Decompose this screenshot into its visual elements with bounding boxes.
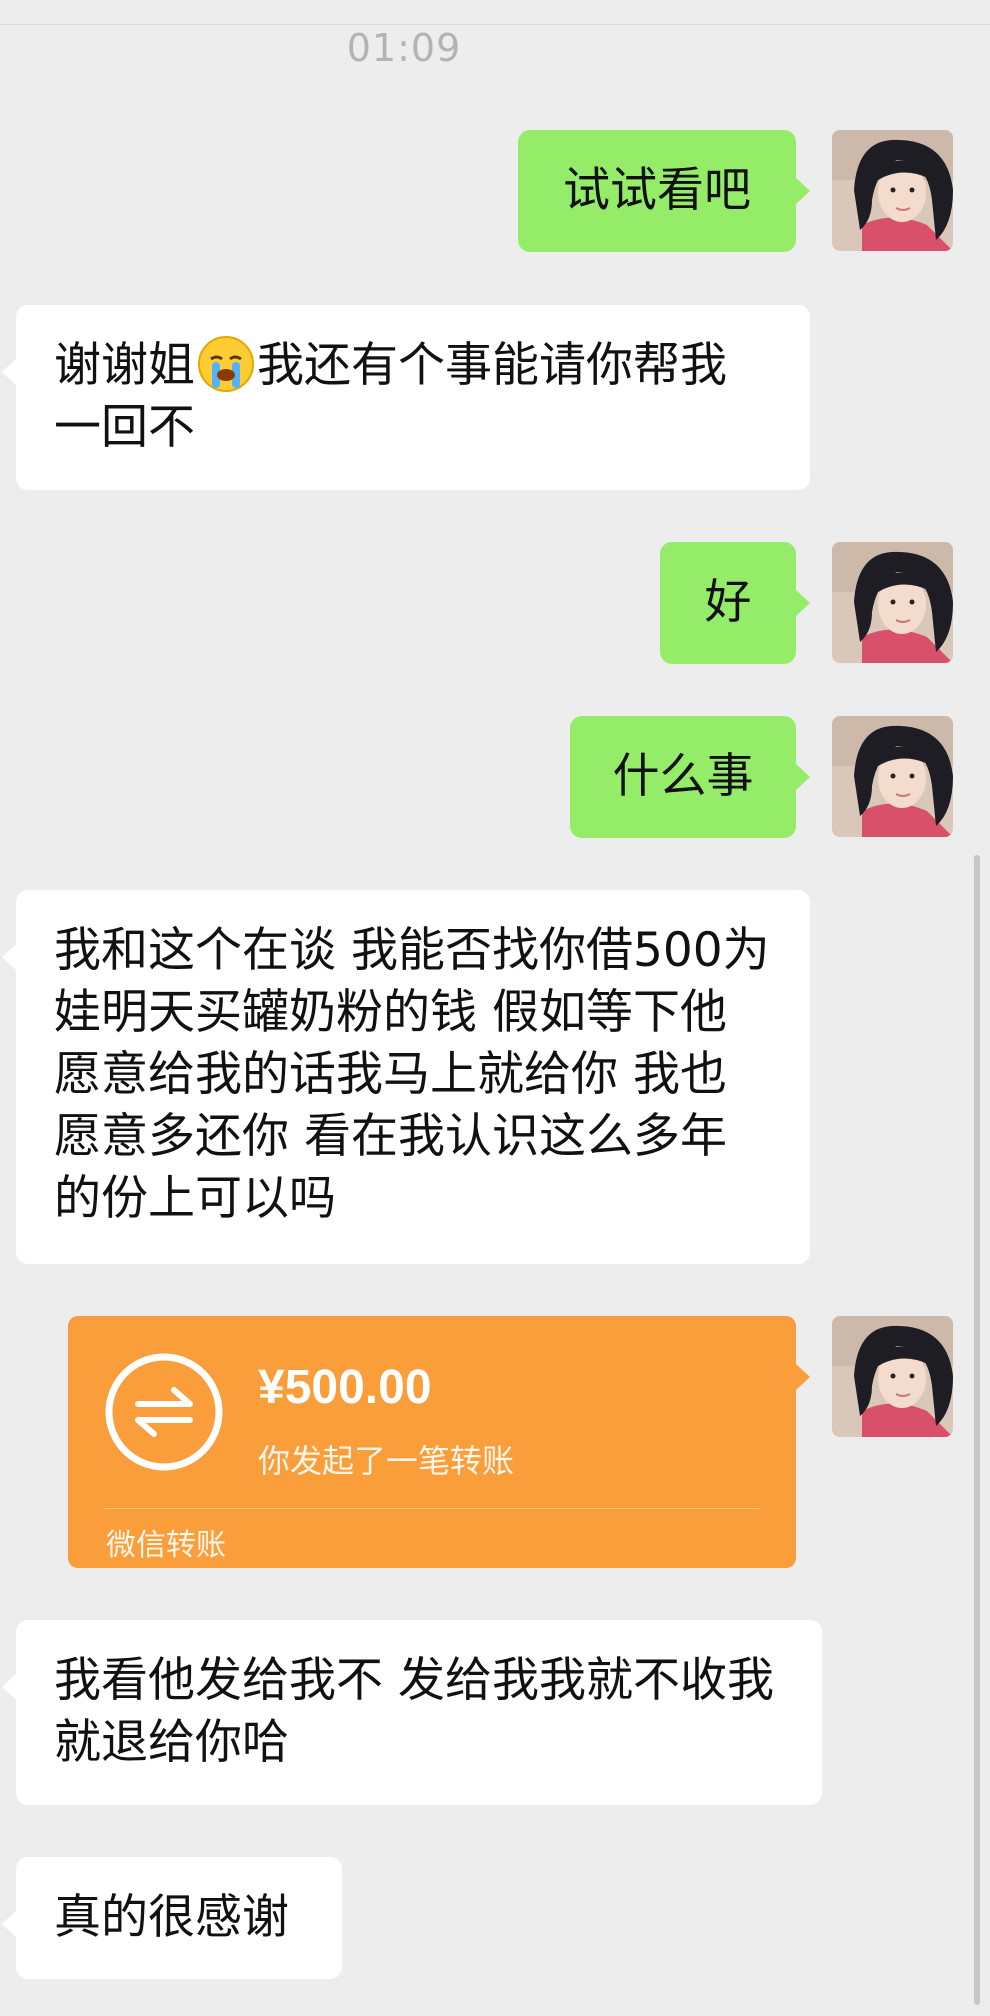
- transfer-description: 你发起了一笔转账: [258, 1442, 515, 1480]
- avatar[interactable]: [832, 542, 953, 663]
- transfer-divider: [104, 1508, 760, 1509]
- outgoing-message-bubble[interactable]: 试试看吧: [518, 130, 810, 252]
- transfer-amount: ¥500.00: [258, 1361, 432, 1414]
- incoming-message-bubble[interactable]: 真的很感谢: [2, 1857, 342, 1979]
- message-text: 谢谢姐: [54, 338, 195, 393]
- incoming-message-bubble[interactable]: 我和这个在谈 我能否找你借500为娃明天买罐奶粉的钱 假如等下他愿意给我的话我马…: [2, 890, 810, 1264]
- incoming-message-bubble[interactable]: 我看他发给我不 发给我我就不收我就退给你哈: [2, 1620, 822, 1805]
- avatar[interactable]: [832, 130, 953, 251]
- outgoing-message-bubble[interactable]: 好: [660, 542, 810, 664]
- message-text: 什么事: [612, 749, 754, 804]
- outgoing-message-bubble[interactable]: 什么事: [570, 716, 810, 838]
- incoming-message-bubble[interactable]: 谢谢姐 我还有个事能请你帮我一回不: [2, 305, 810, 490]
- timestamp: 01:09: [346, 26, 462, 70]
- transfer-footer-label: 微信转账: [106, 1528, 226, 1563]
- transfer-arrows-icon: [105, 1353, 223, 1471]
- message-text: 我看他发给我不 发给我我就不收我就退给你哈: [54, 1653, 774, 1770]
- transfer-card[interactable]: ¥500.00 你发起了一笔转账 微信转账: [68, 1316, 810, 1568]
- top-divider: [0, 24, 990, 25]
- avatar[interactable]: [832, 1316, 953, 1437]
- message-text: 我和这个在谈 我能否找你借500为娃明天买罐奶粉的钱 假如等下他愿意给我的话我马…: [54, 923, 770, 1226]
- avatar[interactable]: [832, 716, 953, 837]
- scrollbar[interactable]: [974, 855, 980, 2005]
- message-text: 真的很感谢: [54, 1890, 289, 1945]
- message-text: 试试看吧: [563, 163, 751, 218]
- message-text: 好: [704, 575, 752, 630]
- crying-face-emoji: [197, 335, 255, 393]
